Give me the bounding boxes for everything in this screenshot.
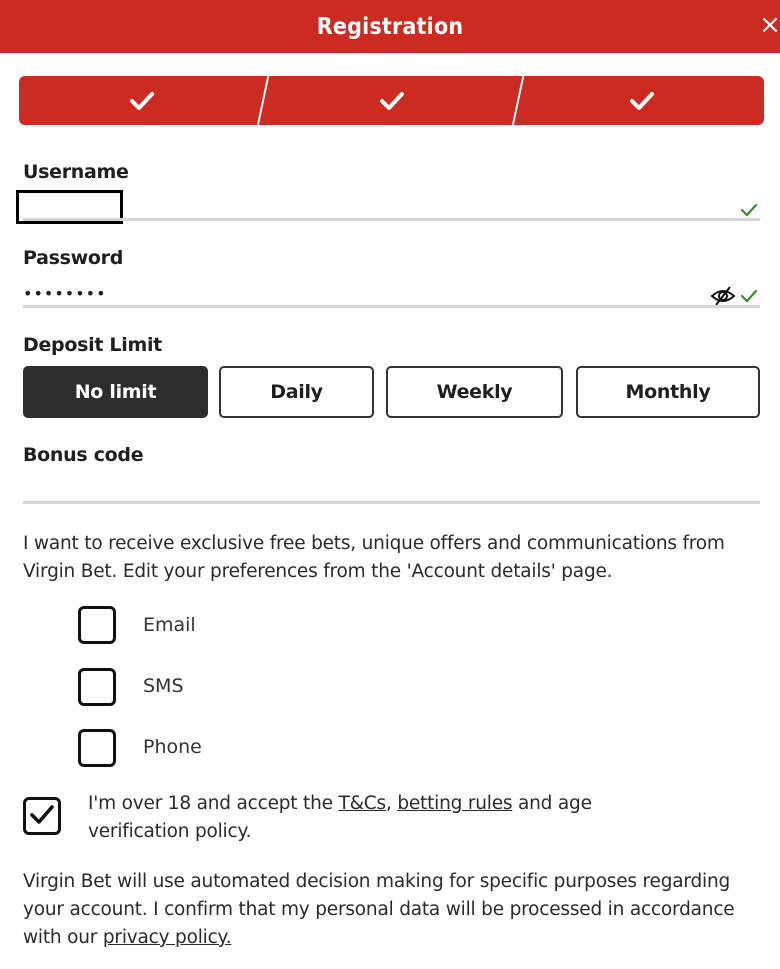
checkmark-icon <box>30 805 54 824</box>
phone-checkbox[interactable] <box>78 729 116 767</box>
terms-text-start: I'm over 18 and accept the <box>88 793 339 814</box>
phone-checkbox-label: Phone <box>143 736 202 758</box>
username-input[interactable] <box>23 188 723 218</box>
close-icon[interactable]: × <box>756 10 780 40</box>
bonus-code-underline <box>23 501 760 504</box>
step-2-complete <box>264 76 519 125</box>
email-checkbox[interactable] <box>78 606 116 644</box>
terms-checkbox[interactable] <box>23 797 61 835</box>
sms-checkbox[interactable] <box>78 668 116 706</box>
deposit-limit-daily[interactable]: Daily <box>219 366 374 418</box>
sms-checkbox-label: SMS <box>143 675 184 697</box>
modal-header: Registration × <box>0 0 780 53</box>
tcs-link[interactable]: T&Cs <box>338 793 386 814</box>
terms-text: I'm over 18 and accept the T&Cs, betting… <box>88 790 688 846</box>
checkmark-icon <box>129 91 154 110</box>
privacy-text: Virgin Bet will use automated decision m… <box>23 868 768 952</box>
password-input[interactable]: •••••••• <box>23 284 107 303</box>
bonus-code-label: Bonus code <box>23 444 144 466</box>
terms-separator: , <box>385 793 398 814</box>
checkmark-icon <box>379 91 404 110</box>
step-3-complete <box>519 76 764 125</box>
bonus-code-input[interactable] <box>23 472 760 502</box>
marketing-consent-text: I want to receive exclusive free bets, u… <box>23 533 725 582</box>
valid-check-icon <box>740 289 758 303</box>
valid-check-icon <box>740 203 758 217</box>
betting-rules-link[interactable]: betting rules <box>397 793 512 814</box>
deposit-limit-weekly[interactable]: Weekly <box>386 366 563 418</box>
password-label: Password <box>23 247 124 269</box>
deposit-limit-no-limit[interactable]: No limit <box>23 366 208 418</box>
deposit-limit-label: Deposit Limit <box>23 334 162 356</box>
page-title: Registration <box>316 13 464 40</box>
username-underline <box>23 218 760 221</box>
eye-slash-icon[interactable] <box>710 286 736 306</box>
progress-stepper <box>19 76 764 125</box>
username-label: Username <box>23 161 129 183</box>
password-underline <box>23 305 760 308</box>
email-checkbox-label: Email <box>143 614 196 636</box>
step-1-complete <box>19 76 264 125</box>
checkmark-icon <box>629 91 654 110</box>
privacy-policy-link[interactable]: privacy policy. <box>103 927 232 948</box>
deposit-limit-monthly[interactable]: Monthly <box>576 366 760 418</box>
